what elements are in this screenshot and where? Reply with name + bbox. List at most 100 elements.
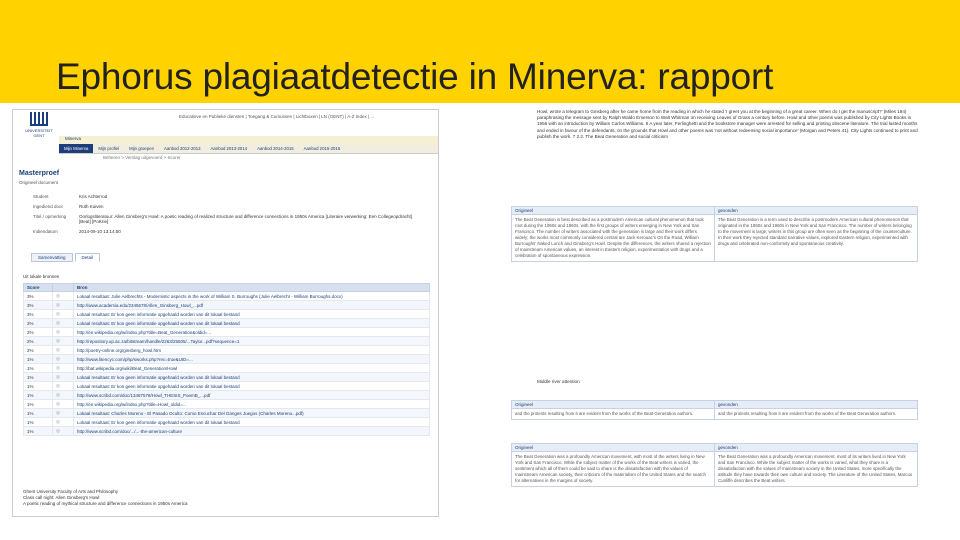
compare-icon[interactable]: ◎ bbox=[52, 291, 74, 301]
table-row[interactable]: 1% ◎ http://www.scribd.com/doc/.../...-the… bbox=[23, 426, 430, 436]
score-cell: 2% bbox=[23, 345, 53, 355]
source-link[interactable]: Lokaal resultaat: Er kon geen informatie… bbox=[73, 309, 430, 319]
col-bron[interactable]: Bron bbox=[73, 283, 430, 292]
compare-icon[interactable]: ◎ bbox=[52, 417, 74, 427]
score-cell: 3% bbox=[23, 291, 53, 301]
score-cell: 1% bbox=[23, 381, 53, 391]
compare-icon[interactable]: ◎ bbox=[52, 408, 74, 418]
source-link[interactable]: http://en.wikipedia.org/w/index.php?titl… bbox=[73, 399, 430, 409]
column-header: gevonden bbox=[715, 401, 917, 409]
meta-row: Student Kris Achterrod bbox=[33, 194, 108, 199]
source-link[interactable]: http://www.litencyc.com/php/sworks.php?r… bbox=[73, 354, 430, 364]
table-row[interactable]: 2% ◎ http://repository.up.ac.za/bitstream/… bbox=[23, 336, 430, 346]
column-header: gevonden bbox=[715, 444, 917, 452]
nav-item-mijn-profiel[interactable]: Mijn profiel bbox=[93, 144, 124, 153]
score-cell: 2% bbox=[23, 327, 53, 337]
table-row[interactable]: 3% ◎ Lokaal resultaat: Julie Aelbrechts - … bbox=[23, 291, 430, 301]
section-label: Middle river attention bbox=[537, 379, 580, 384]
source-link[interactable]: http://www.scribd.com/doc/13467578/Howl_… bbox=[73, 390, 430, 400]
top-links[interactable]: Educatieve en Publieke diensten | Toegan… bbox=[179, 114, 374, 119]
found-column: gevonden The Beat Generation was a profo… bbox=[714, 444, 917, 486]
source-link[interactable]: Lokaal resultaat: Er kon geen informatie… bbox=[73, 417, 430, 427]
score-cell: 1% bbox=[23, 399, 53, 409]
table-row[interactable]: 1% ◎ Lokaal resultaat: Er kon geen informa… bbox=[23, 372, 430, 382]
table-row[interactable]: 2% ◎ http://en.wikipedia.org/w/index.php?t… bbox=[23, 327, 430, 337]
compare-icon[interactable]: ◎ bbox=[52, 372, 74, 382]
match-box: Origineel The Beat Generation was a prof… bbox=[511, 443, 918, 487]
original-column: Origineel and the protests resulting fro… bbox=[512, 401, 714, 419]
original-text: The Beat Generation is best described as… bbox=[515, 217, 711, 258]
compare-icon[interactable]: ◎ bbox=[52, 390, 74, 400]
page-subtitle[interactable]: Origineel document bbox=[19, 180, 58, 185]
compare-icon[interactable]: ◎ bbox=[52, 327, 74, 337]
compare-icon[interactable]: ◎ bbox=[52, 426, 74, 436]
table-row[interactable]: 1% ◎ Lokaal resultaat: Charles Moreno - El… bbox=[23, 408, 430, 418]
table-row[interactable]: 1% ◎ http://en.wikipedia.org/w/index.php?t… bbox=[23, 399, 430, 409]
source-link[interactable]: Lokaal resultaat: Er kon geen informatie… bbox=[73, 381, 430, 391]
nav-item-aanbod-2015[interactable]: Aanbod 2015-2016 bbox=[299, 144, 346, 153]
score-cell: 2% bbox=[23, 336, 53, 346]
compare-icon[interactable]: ◎ bbox=[52, 381, 74, 391]
compare-icon[interactable]: ◎ bbox=[52, 363, 74, 373]
compare-icon[interactable]: ◎ bbox=[52, 354, 74, 364]
score-cell: 1% bbox=[23, 417, 53, 427]
column-header: Origineel bbox=[512, 444, 714, 452]
source-link[interactable]: http://bat.wikipedia.org/wiki/Beat_Gener… bbox=[73, 363, 430, 373]
table-row[interactable]: 1% ◎ Lokaal resultaat: Er kon geen informa… bbox=[23, 381, 430, 391]
source-link[interactable]: http://en.wikipedia.org/w/index.php?titl… bbox=[73, 327, 430, 337]
compare-icon[interactable]: ◎ bbox=[52, 336, 74, 346]
table-row[interactable]: 1% ◎ http://www.litencyc.com/php/sworks.ph… bbox=[23, 354, 430, 364]
table-row[interactable]: 1% ◎ Lokaal resultaat: Er kon geen informa… bbox=[23, 417, 430, 427]
tab-detail[interactable]: Detail bbox=[74, 253, 101, 262]
compare-icon[interactable]: ◎ bbox=[52, 345, 74, 355]
score-cell: 1% bbox=[23, 426, 53, 436]
source-link[interactable]: Lokaal resultaat: Er kon geen informatie… bbox=[73, 318, 430, 328]
source-link[interactable]: Lokaal resultaat: Charles Moreno - El Pa… bbox=[73, 408, 430, 418]
slide-title: Ephorus plagiaatdetectie in Minerva: rap… bbox=[56, 56, 774, 97]
match-box: Origineel and the protests resulting fro… bbox=[511, 400, 918, 420]
meta-row: Titel / opmerking Oorlogsliteratuur: Alle… bbox=[33, 214, 412, 224]
original-column: Origineel The Beat Generation was a prof… bbox=[512, 444, 714, 486]
nav-item-aanbod-2014[interactable]: Aanbod 2014-2015 bbox=[252, 144, 299, 153]
source-link[interactable]: http://repository.up.ac.za/bitstream/han… bbox=[73, 336, 430, 346]
compare-icon[interactable]: ◎ bbox=[52, 399, 74, 409]
table-row[interactable]: 1% ◎ http://bat.wikipedia.org/wiki/Beat_Ge… bbox=[23, 363, 430, 373]
page-title: Masterproef bbox=[19, 170, 60, 177]
app-name[interactable]: Minerva bbox=[59, 136, 81, 141]
column-header: Origineel bbox=[512, 207, 714, 215]
nav-item-aanbod-2013[interactable]: Aanbod 2013-2014 bbox=[206, 144, 253, 153]
nav-item-aanbod-2012[interactable]: Aanbod 2012-2013 bbox=[159, 144, 206, 153]
nav-item-mijn-groepen[interactable]: Mijn groepen bbox=[124, 144, 159, 153]
source-link[interactable]: http://www.academia.edu/2345678/Allen_Gi… bbox=[73, 300, 430, 310]
nav-item-mijn-minerva[interactable]: Mijn Minerva bbox=[59, 144, 94, 153]
source-link[interactable]: http://poetry-online.org/ginsberg_howl.h… bbox=[73, 345, 430, 355]
report-tabs: Samenvatting Detail bbox=[31, 253, 102, 262]
source-link[interactable]: http://www.scribd.com/doc/.../...-the-am… bbox=[73, 426, 430, 436]
document-meta: Student Kris Achterrod Ingediend door Ruth… bbox=[33, 194, 423, 239]
preview-line: A poetic reading of mythical structure a… bbox=[23, 501, 188, 506]
table-row[interactable]: 1% ◎ http://www.scribd.com/doc/13467578/Ho… bbox=[23, 390, 430, 400]
source-link[interactable]: Lokaal resultaat: Julie Aelbrechts - Mod… bbox=[73, 291, 430, 301]
original-text: The Beat Generation was a profoundly Ame… bbox=[515, 454, 706, 483]
col-score[interactable]: Score bbox=[23, 283, 53, 292]
logo-icon bbox=[30, 112, 48, 126]
meta-row: Indiendatum 2014-09-10 13:14:50 bbox=[33, 229, 121, 234]
score-cell: 1% bbox=[23, 390, 53, 400]
breadcrumb[interactable]: Beheren > Verslag uitgevoerd > Scorer bbox=[103, 155, 181, 160]
col-icon bbox=[52, 283, 74, 292]
tab-samenvatting[interactable]: Samenvatting bbox=[31, 253, 73, 262]
found-text: The Beat Generation is a term used to de… bbox=[718, 217, 912, 246]
score-cell: 1% bbox=[23, 354, 53, 364]
column-header: gevonden bbox=[715, 207, 917, 215]
table-row[interactable]: 3% ◎ Lokaal resultaat: Er kon geen informa… bbox=[23, 309, 430, 319]
source-link[interactable]: Lokaal resultaat: Er kon geen informatie… bbox=[73, 372, 430, 382]
table-row[interactable]: 2% ◎ Lokaal resultaat: Er kon geen informa… bbox=[23, 318, 430, 328]
table-row[interactable]: 3% ◎ http://www.academia.edu/2345678/Allen… bbox=[23, 300, 430, 310]
compare-icon[interactable]: ◎ bbox=[52, 309, 74, 319]
score-cell: 2% bbox=[23, 318, 53, 328]
compare-icon[interactable]: ◎ bbox=[52, 318, 74, 328]
table-row[interactable]: 2% ◎ http://poetry-online.org/ginsberg_how… bbox=[23, 345, 430, 355]
score-cell: 3% bbox=[23, 309, 53, 319]
match-box: Origineel The Beat Generation is best de… bbox=[511, 206, 918, 262]
compare-icon[interactable]: ◎ bbox=[52, 300, 74, 310]
